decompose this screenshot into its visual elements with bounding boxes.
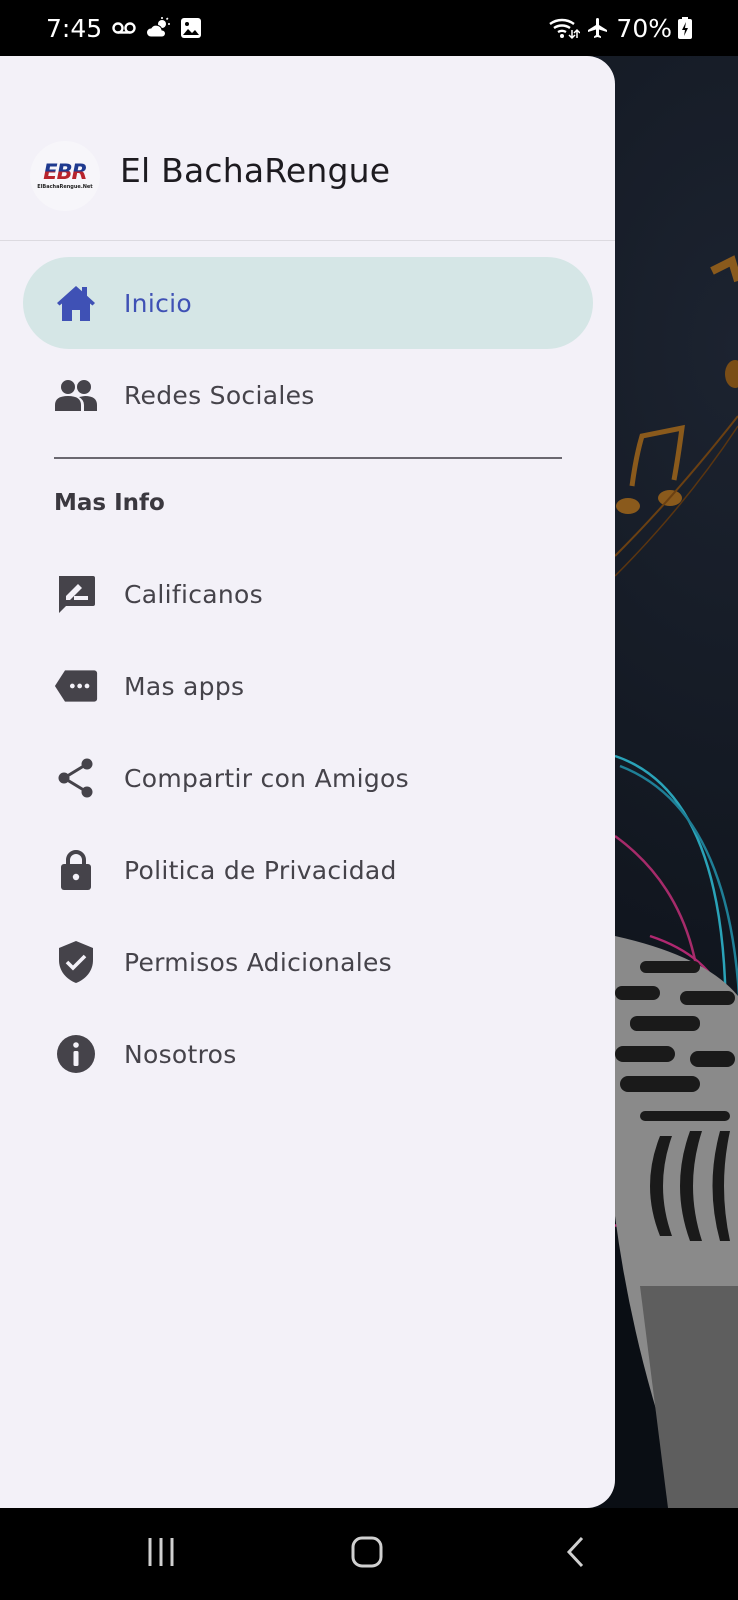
- music-notes-decoration: [614, 255, 738, 577]
- drawer-header: EBR ElBachaRengue.Net El BachaRengue: [0, 56, 615, 241]
- drawer-item-compartir[interactable]: Compartir con Amigos: [23, 732, 593, 824]
- recent-apps-icon: [146, 1536, 176, 1572]
- rate-review-icon: [54, 572, 98, 616]
- drawer-item-permisos[interactable]: Permisos Adicionales: [23, 916, 593, 1008]
- home-icon: [54, 281, 98, 325]
- home-circle-icon: [350, 1536, 384, 1572]
- drawer-item-privacidad[interactable]: Politica de Privacidad: [23, 824, 593, 916]
- shield-check-icon: [54, 940, 98, 984]
- app-title: El BachaRengue: [120, 151, 391, 190]
- drawer-item-nosotros[interactable]: Nosotros: [23, 1008, 593, 1100]
- drawer-item-label: Permisos Adicionales: [124, 947, 392, 977]
- share-icon: [54, 756, 98, 800]
- airplane-mode-icon: [586, 16, 610, 40]
- microphone-decoration: [615, 936, 738, 1508]
- drawer-item-redes-sociales[interactable]: Redes Sociales: [23, 349, 593, 441]
- drawer-item-label: Calificanos: [124, 579, 263, 609]
- recent-apps-button[interactable]: [131, 1532, 191, 1576]
- gallery-icon: [180, 17, 202, 39]
- drawer-item-calificanos[interactable]: Calificanos: [23, 548, 593, 640]
- info-icon: [54, 1032, 98, 1076]
- navigation-drawer: EBR ElBachaRengue.Net El BachaRengue Ini…: [0, 56, 615, 1508]
- drawer-item-label: Redes Sociales: [124, 380, 315, 410]
- weather-icon: [146, 17, 171, 39]
- logo-mark: EBR: [43, 160, 88, 184]
- section-title-mas-info: Mas Info: [54, 490, 165, 516]
- drawer-item-label: Mas apps: [124, 671, 245, 701]
- drawer-item-label: Nosotros: [124, 1039, 237, 1069]
- status-time: 7:45: [46, 13, 103, 43]
- drawer-item-label: Inicio: [124, 288, 192, 318]
- drawer-item-label: Politica de Privacidad: [124, 855, 397, 885]
- system-navigation-bar: [0, 1508, 738, 1600]
- status-bar: 7:45 70%: [0, 0, 738, 56]
- battery-charging-icon: [678, 17, 692, 39]
- back-chevron-icon: [565, 1536, 587, 1572]
- home-button[interactable]: [337, 1532, 397, 1576]
- drawer-divider: [54, 457, 562, 459]
- battery-level: 70%: [616, 13, 672, 43]
- logo-subtext: ElBachaRengue.Net: [37, 184, 93, 190]
- people-icon: [54, 373, 98, 417]
- wifi-icon: [548, 16, 581, 40]
- app-logo: EBR ElBachaRengue.Net: [30, 141, 100, 211]
- drawer-item-inicio[interactable]: Inicio: [23, 257, 593, 349]
- voicemail-icon: [112, 21, 136, 35]
- back-button[interactable]: [546, 1532, 606, 1576]
- more-apps-icon: [54, 664, 98, 708]
- drawer-item-mas-apps[interactable]: Mas apps: [23, 640, 593, 732]
- lock-icon: [54, 848, 98, 892]
- drawer-item-label: Compartir con Amigos: [124, 763, 409, 793]
